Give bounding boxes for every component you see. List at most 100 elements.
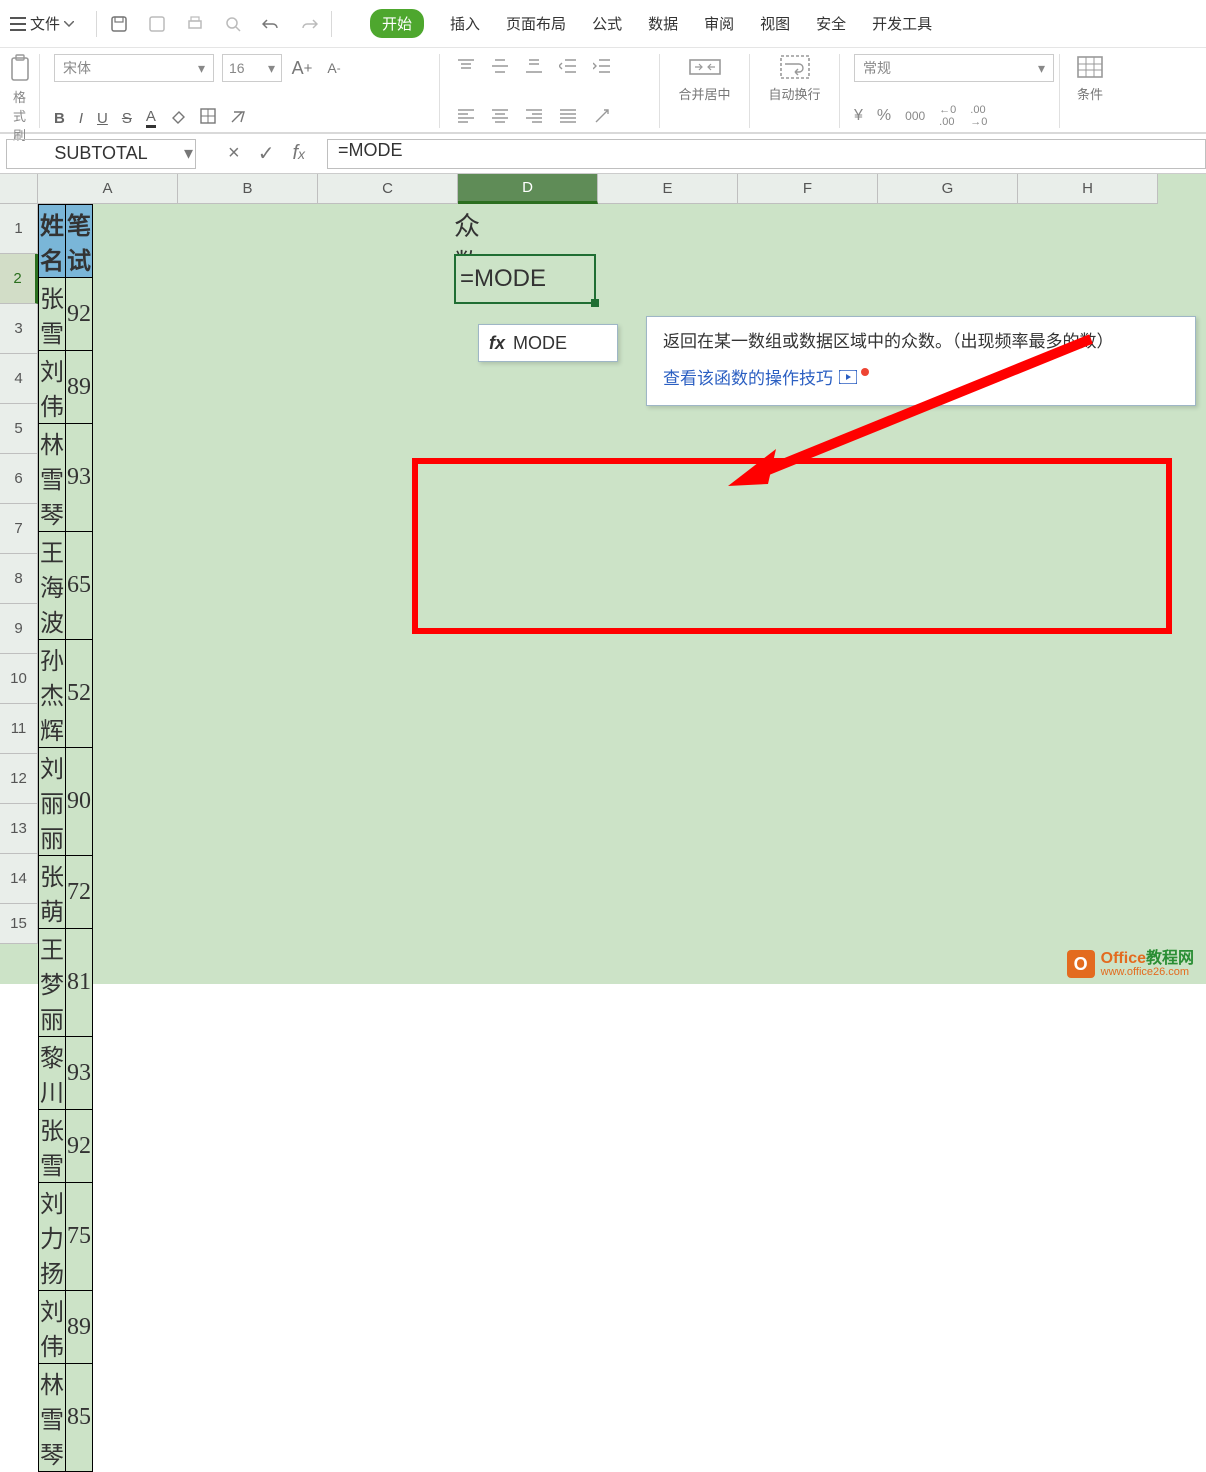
table-cell[interactable]: 92	[66, 278, 93, 351]
column-header-E[interactable]: E	[598, 174, 738, 204]
italic-button[interactable]: I	[79, 110, 83, 127]
tab-page-layout[interactable]: 页面布局	[506, 13, 566, 34]
select-all-corner[interactable]	[0, 174, 38, 204]
cancel-formula-icon[interactable]: ×	[228, 142, 240, 165]
table-cell[interactable]: 93	[66, 424, 93, 532]
shrink-font-icon[interactable]: A-	[322, 56, 346, 80]
clipboard-icon[interactable]	[6, 54, 34, 87]
row-header-14[interactable]: 14	[0, 854, 38, 904]
decrease-decimal-button[interactable]: ←0.00	[939, 104, 956, 128]
print-icon[interactable]	[185, 14, 205, 34]
row-header-10[interactable]: 10	[0, 654, 38, 704]
font-size-select[interactable]: 16 ▾	[222, 54, 282, 82]
font-color-icon[interactable]: A	[146, 108, 156, 128]
row-header-9[interactable]: 9	[0, 604, 38, 654]
table-cell[interactable]: 张萌	[39, 856, 66, 929]
table-cell[interactable]: 刘伟	[39, 1291, 66, 1364]
table-cell[interactable]: 刘伟	[39, 351, 66, 424]
row-header-1[interactable]: 1	[0, 204, 38, 254]
table-cell[interactable]: 89	[66, 1291, 93, 1364]
clear-format-icon[interactable]	[230, 108, 246, 128]
save-as-icon[interactable]	[147, 14, 167, 34]
row-header-4[interactable]: 4	[0, 354, 38, 404]
formula-autocomplete[interactable]: fx MODE	[478, 324, 618, 362]
tooltip-link[interactable]: 查看该函数的操作技巧	[663, 364, 1179, 389]
table-cell[interactable]: 刘力扬	[39, 1183, 66, 1291]
row-header-5[interactable]: 5	[0, 404, 38, 454]
number-format-select[interactable]: 常规 ▾	[854, 54, 1054, 82]
indent-increase-icon[interactable]	[590, 54, 614, 78]
align-middle-icon[interactable]	[488, 54, 512, 78]
border-icon[interactable]	[200, 108, 216, 128]
table-cell[interactable]: 72	[66, 856, 93, 929]
row-header-13[interactable]: 13	[0, 804, 38, 854]
fill-color-icon[interactable]	[170, 108, 186, 128]
file-menu[interactable]: 文件	[10, 13, 84, 34]
redo-icon[interactable]	[299, 14, 319, 34]
table-cell[interactable]: 93	[66, 1037, 93, 1110]
comma-button[interactable]: 000	[905, 109, 925, 123]
tab-start[interactable]: 开始	[370, 9, 424, 38]
tab-formulas[interactable]: 公式	[592, 13, 622, 34]
table-cell[interactable]: 刘丽丽	[39, 748, 66, 856]
tab-security[interactable]: 安全	[816, 13, 846, 34]
table-cell[interactable]: 王梦丽	[39, 929, 66, 1037]
save-icon[interactable]	[109, 14, 129, 34]
align-top-icon[interactable]	[454, 54, 478, 78]
column-header-G[interactable]: G	[878, 174, 1018, 204]
formula-input[interactable]: =MODE	[327, 139, 1206, 169]
justify-icon[interactable]	[556, 104, 580, 128]
undo-icon[interactable]	[261, 14, 281, 34]
conditional-format-button[interactable]: 条件	[1068, 54, 1112, 103]
column-header-A[interactable]: A	[38, 174, 178, 204]
row-header-15[interactable]: 15	[0, 904, 38, 944]
table-cell[interactable]: 52	[66, 640, 93, 748]
tab-dev-tools[interactable]: 开发工具	[872, 13, 932, 34]
indent-decrease-icon[interactable]	[556, 54, 580, 78]
merge-center-button[interactable]: 合并居中	[669, 54, 741, 103]
row-header-8[interactable]: 8	[0, 554, 38, 604]
table-cell[interactable]: 孙杰辉	[39, 640, 66, 748]
column-header-C[interactable]: C	[318, 174, 458, 204]
column-header-H[interactable]: H	[1018, 174, 1158, 204]
table-cell[interactable]: 黎川	[39, 1037, 66, 1110]
percent-button[interactable]: %	[877, 107, 891, 125]
table-cell[interactable]: 林雪琴	[39, 424, 66, 532]
align-center-icon[interactable]	[488, 104, 512, 128]
preview-icon[interactable]	[223, 14, 243, 34]
font-name-select[interactable]: 宋体 ▾	[54, 54, 214, 82]
table-cell[interactable]: 75	[66, 1183, 93, 1291]
table-cell[interactable]: 92	[66, 1110, 93, 1183]
align-bottom-icon[interactable]	[522, 54, 546, 78]
table-cell[interactable]: 89	[66, 351, 93, 424]
tab-data[interactable]: 数据	[648, 13, 678, 34]
row-header-12[interactable]: 12	[0, 754, 38, 804]
row-header-2[interactable]: 2	[0, 254, 38, 304]
row-header-3[interactable]: 3	[0, 304, 38, 354]
tab-review[interactable]: 审阅	[704, 13, 734, 34]
grow-font-icon[interactable]: A+	[290, 56, 314, 80]
tab-view[interactable]: 视图	[760, 13, 790, 34]
row-header-11[interactable]: 11	[0, 704, 38, 754]
tab-insert[interactable]: 插入	[450, 13, 480, 34]
currency-button[interactable]: ¥	[854, 107, 863, 125]
row-header-6[interactable]: 6	[0, 454, 38, 504]
column-header-B[interactable]: B	[178, 174, 318, 204]
orientation-icon[interactable]	[590, 104, 614, 128]
table-cell[interactable]: 81	[66, 929, 93, 1037]
table-cell[interactable]: 65	[66, 532, 93, 640]
column-header-D[interactable]: D	[458, 174, 598, 204]
table-cell[interactable]: 张雪	[39, 278, 66, 351]
underline-button[interactable]: U	[97, 110, 108, 127]
table-cell[interactable]: 85	[66, 1364, 93, 1472]
table-cell[interactable]: 张雪	[39, 1110, 66, 1183]
row-header-7[interactable]: 7	[0, 504, 38, 554]
table-cell[interactable]: 90	[66, 748, 93, 856]
name-box[interactable]: SUBTOTAL ▾	[6, 139, 196, 169]
accept-formula-icon[interactable]: ✓	[258, 141, 275, 166]
fx-icon[interactable]: fx	[292, 142, 305, 165]
align-left-icon[interactable]	[454, 104, 478, 128]
wrap-text-button[interactable]: 自动换行	[759, 54, 831, 103]
increase-decimal-button[interactable]: .00→0	[970, 104, 987, 128]
table-cell[interactable]: 林雪琴	[39, 1364, 66, 1472]
